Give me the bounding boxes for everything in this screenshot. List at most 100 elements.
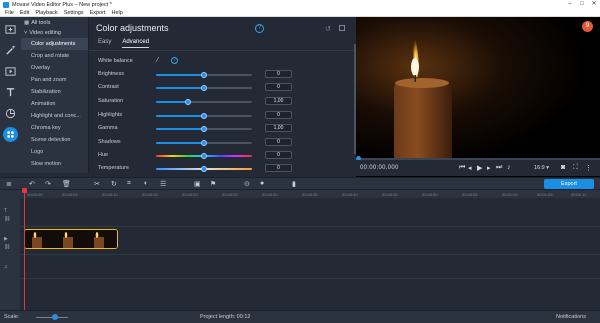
snapshot-icon[interactable]: ◙: [561, 164, 565, 171]
contrast-slider[interactable]: [156, 85, 252, 91]
properties-icon[interactable]: ☰: [160, 180, 166, 188]
tool-item-crop-rotate[interactable]: Crop and rotate: [21, 50, 88, 62]
hue-value-field[interactable]: 0: [265, 151, 292, 159]
maximize-icon[interactable]: □: [576, 0, 588, 9]
contrast-value-field[interactable]: 0: [265, 83, 292, 91]
shadows-slider[interactable]: [156, 140, 252, 146]
slider-thumb[interactable]: [201, 85, 207, 91]
temperature-value-field[interactable]: 0: [265, 164, 292, 172]
tool-item-pan-zoom[interactable]: Pan and zoom: [21, 74, 88, 86]
slider-thumb[interactable]: [201, 153, 207, 159]
undo-icon[interactable]: ↶: [29, 180, 35, 188]
aspect-ratio-select[interactable]: 16:9 ▾: [534, 165, 549, 171]
gamma-slider[interactable]: [156, 126, 252, 132]
clip-thumbnail: [25, 230, 56, 248]
tool-item-logo[interactable]: Logo: [21, 146, 88, 158]
play-icon[interactable]: ▶: [477, 164, 482, 172]
record-audio-icon[interactable]: ●: [260, 180, 264, 187]
text-track-icon[interactable]: T: [4, 208, 7, 214]
tool-item-scene-detection[interactable]: Scene detection: [21, 134, 88, 146]
titles-icon[interactable]: [3, 85, 18, 100]
menu-settings[interactable]: Settings: [64, 10, 84, 16]
brightness-slider[interactable]: [156, 72, 252, 78]
playhead[interactable]: [22, 188, 27, 310]
tool-item-highlight[interactable]: Highlight and conc...: [21, 110, 88, 122]
preview-frame[interactable]: 9: [356, 17, 600, 158]
reset-icon[interactable]: ↺: [325, 25, 331, 33]
menu-file[interactable]: File: [5, 10, 14, 16]
saturation-value-field[interactable]: 1,00: [265, 97, 292, 105]
video-editing-group[interactable]: ˅ Video editing: [21, 28, 88, 38]
tab-advanced[interactable]: Advanced: [122, 39, 150, 48]
menu-export[interactable]: Export: [90, 10, 106, 16]
insert-icon[interactable]: ▣: [194, 180, 201, 188]
slider-thumb[interactable]: [201, 113, 207, 119]
tool-item-animation[interactable]: Animation: [21, 98, 88, 110]
menu-playback[interactable]: Playback: [35, 10, 57, 16]
menu-edit[interactable]: Edit: [20, 10, 29, 16]
eyedropper-icon[interactable]: ⁄: [157, 57, 158, 64]
brightness-value-field[interactable]: 0: [265, 70, 292, 78]
more-options-icon[interactable]: ⋮: [585, 164, 592, 172]
slider-thumb[interactable]: [201, 72, 207, 78]
saturation-slider[interactable]: [156, 99, 252, 105]
link-icon[interactable]: ⛓: [4, 244, 10, 250]
crop-icon[interactable]: ⌗: [127, 180, 131, 188]
step-forward-icon[interactable]: ⏭: [496, 164, 502, 172]
playhead-handle[interactable]: [22, 188, 27, 193]
link-icon[interactable]: ⛓: [4, 216, 10, 222]
minimize-icon[interactable]: –: [564, 0, 576, 9]
stabilize-icon[interactable]: ⊙: [244, 180, 250, 188]
delete-icon[interactable]: 🗑: [62, 180, 71, 188]
gamma-value-field[interactable]: 1,00: [265, 124, 292, 132]
redo-icon[interactable]: ↷: [45, 180, 51, 188]
help-icon[interactable]: ?: [255, 24, 264, 33]
slider-thumb[interactable]: [201, 140, 207, 146]
import-icon[interactable]: [3, 22, 18, 37]
white-balance-help-icon[interactable]: ?: [171, 57, 178, 64]
hue-slider[interactable]: [156, 153, 252, 159]
notifications-button[interactable]: Notifications: [556, 314, 586, 320]
tool-item-stabilization[interactable]: Stabilization: [21, 86, 88, 98]
fullscreen-icon[interactable]: ⛶: [573, 164, 578, 172]
transitions-icon[interactable]: [3, 64, 18, 79]
export-button[interactable]: Export: [544, 179, 594, 189]
temperature-slider[interactable]: [156, 166, 252, 172]
prev-frame-icon[interactable]: ◂: [468, 164, 472, 172]
close-icon[interactable]: ✕: [588, 0, 600, 9]
timeline-settings-icon[interactable]: ≣: [6, 180, 12, 188]
highlights-slider[interactable]: [156, 113, 252, 119]
magic-wand-icon[interactable]: [3, 43, 18, 58]
tool-item-overlay[interactable]: Overlay: [21, 62, 88, 74]
all-tools-button[interactable]: ▦ All tools: [21, 17, 88, 28]
record-video-icon[interactable]: ▮: [292, 180, 296, 188]
cut-icon[interactable]: ✂: [94, 180, 100, 188]
slider-thumb[interactable]: [184, 99, 191, 105]
tool-item-color-adjustments[interactable]: Color adjustments: [21, 38, 88, 50]
next-frame-icon[interactable]: ▸: [487, 164, 491, 172]
volume-icon[interactable]: ♪: [507, 164, 511, 171]
timeline-ruler[interactable]: 00:00:00 00:00:05 00:00:10 00:00:15 00:0…: [0, 189, 600, 198]
zoom-slider-thumb[interactable]: [52, 314, 58, 320]
shadows-value-field[interactable]: 0: [265, 138, 292, 146]
tool-item-chroma-key[interactable]: Chroma key: [21, 122, 88, 134]
notification-badge[interactable]: 9: [582, 21, 593, 32]
slider-thumb[interactable]: [201, 166, 207, 172]
audio-track-icon[interactable]: ♫: [4, 264, 8, 270]
menu-help[interactable]: Help: [111, 10, 122, 16]
save-preset-icon[interactable]: [339, 25, 345, 31]
tool-item-slow-motion[interactable]: Slow motion: [21, 158, 88, 170]
stickers-icon[interactable]: [3, 106, 18, 121]
more-tools-icon[interactable]: [3, 127, 18, 142]
ruler-tick: 00:00:00: [27, 192, 43, 197]
grid-icon: ▦: [24, 19, 30, 26]
color-icon[interactable]: ◐: [144, 180, 148, 187]
tab-easy[interactable]: Easy: [98, 39, 111, 48]
video-clip[interactable]: [24, 229, 118, 249]
video-track-icon[interactable]: ▶: [4, 236, 8, 242]
step-back-icon[interactable]: ⏮: [459, 164, 465, 172]
slider-thumb[interactable]: [201, 126, 207, 132]
rotate-icon[interactable]: ↻: [111, 180, 117, 188]
highlights-value-field[interactable]: 0: [265, 111, 292, 119]
marker-icon[interactable]: ⚑: [210, 180, 216, 188]
